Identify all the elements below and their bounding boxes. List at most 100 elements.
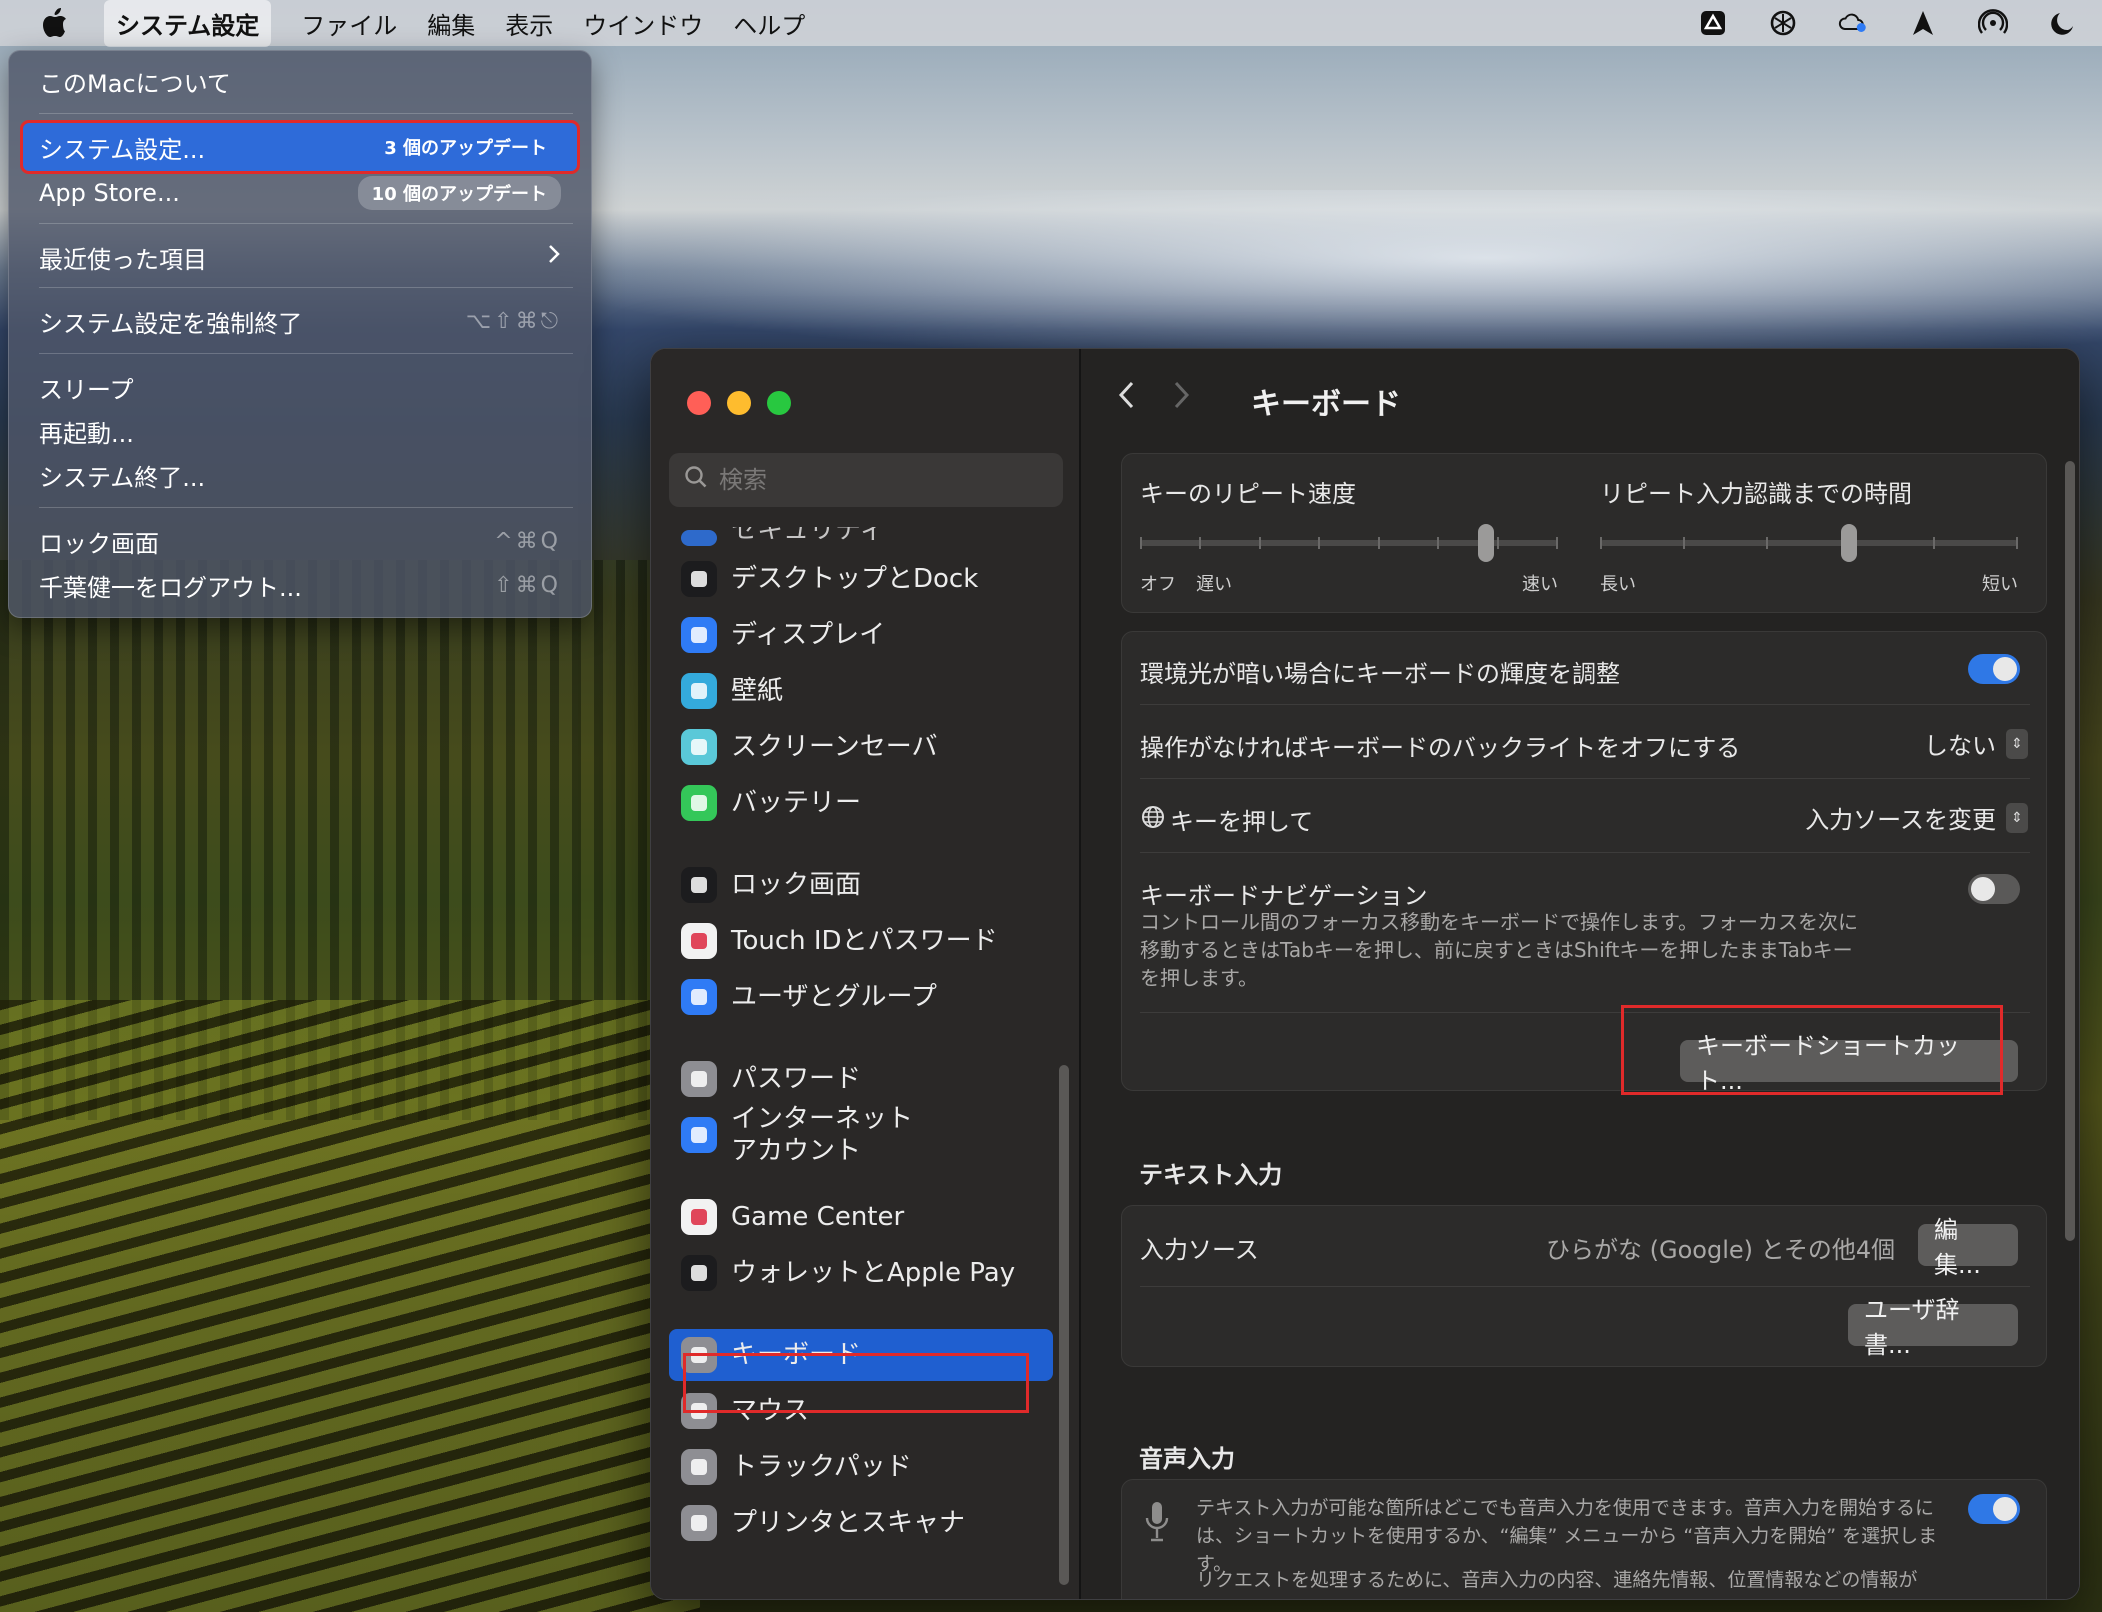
- content-scrollbar[interactable]: [2065, 461, 2075, 1241]
- at-icon: [681, 1117, 717, 1153]
- lock-screen-item[interactable]: ロック画面 ^⌘Q: [23, 519, 577, 563]
- sidebar-item-screensaver[interactable]: スクリーンセーバ: [669, 721, 1053, 773]
- battery-icon: [681, 785, 717, 821]
- sidebar-item-users[interactable]: ユーザとグループ: [669, 971, 1053, 1023]
- sidebar-item-label: スクリーンセーバ: [731, 732, 938, 762]
- sidebar-item-trackpad[interactable]: トラックパッド: [669, 1441, 1053, 1493]
- sidebar-item-dock[interactable]: デスクトップとDock: [669, 553, 1053, 605]
- sidebar-item-lock[interactable]: ロック画面: [669, 859, 1053, 911]
- sidebar-item-game-center[interactable]: Game Center: [669, 1191, 1053, 1243]
- cloud-sync-icon[interactable]: [1838, 8, 1868, 38]
- slider-tick: [1437, 537, 1440, 549]
- chatgpt-icon[interactable]: [1768, 8, 1798, 38]
- search-input[interactable]: [719, 466, 1019, 494]
- sidebar-item-wallet[interactable]: ウォレットとApple Pay: [669, 1247, 1053, 1299]
- slider-max-label: 速い: [1522, 574, 1558, 595]
- edit-input-sources-button[interactable]: 編集...: [1918, 1216, 2018, 1279]
- app-store-item[interactable]: App Store... 10 個のアップデート: [23, 171, 577, 215]
- slider-tick: [1600, 537, 1602, 549]
- restart-item[interactable]: 再起動...: [23, 409, 577, 453]
- force-quit-item[interactable]: システム設定を強制終了 ⌥⇧⌘⎋: [23, 299, 577, 343]
- text-input-card: 入力ソース ひらがな (Google) とその他4個 編集... ユーザ辞書..…: [1121, 1205, 2047, 1367]
- printer-icon: [681, 1505, 717, 1541]
- sidebar-item-display[interactable]: ディスプレイ: [669, 609, 1053, 661]
- separator: [39, 287, 573, 288]
- ambient-light-label: 環境光が暗い場合にキーボードの輝度を調整: [1140, 660, 1620, 688]
- close-button[interactable]: [687, 391, 711, 415]
- repeat-delay-slider[interactable]: [1600, 524, 2018, 564]
- logout-item[interactable]: 千葉健一をログアウト... ⇧⌘Q: [23, 563, 577, 607]
- repeat-card: キーのリピート速度 リピート入力認識までの時間 オフ 遅い 速い 長い 短い: [1121, 453, 2047, 613]
- content-pane: キーボード キーのリピート速度 リピート入力認識までの時間 オフ 遅い 速い 長…: [1081, 349, 2079, 1599]
- recent-items-item[interactable]: 最近使った項目: [23, 235, 577, 279]
- search-field[interactable]: [669, 453, 1063, 507]
- keyboard-nav-toggle[interactable]: [1968, 874, 2020, 904]
- menu-bar: システム設定 ファイル 編集 表示 ウインドウ ヘルプ: [0, 0, 2102, 47]
- google-drive-icon[interactable]: [1698, 8, 1728, 38]
- shutdown-item[interactable]: システム終了...: [23, 453, 577, 497]
- zoom-button[interactable]: [767, 391, 791, 415]
- sleep-item[interactable]: スリープ: [23, 365, 577, 409]
- slider-max-label: 短い: [1982, 574, 2018, 595]
- user-dictionary-button[interactable]: ユーザ辞書...: [1848, 1296, 2018, 1359]
- slider-tick: [1258, 537, 1261, 549]
- screensaver-icon: [681, 729, 717, 765]
- key-icon: [681, 1061, 717, 1097]
- repeat-speed-slider[interactable]: [1140, 524, 1558, 564]
- sidebar-item-wallpaper[interactable]: 壁紙: [669, 665, 1053, 717]
- ambient-light-toggle[interactable]: [1968, 654, 2020, 684]
- globe-key-popup[interactable]: 入力ソースを変更 ⇕: [1805, 800, 2028, 835]
- sidebar-item-printer[interactable]: プリンタとスキャナ: [669, 1497, 1053, 1549]
- sidebar-item-label: ウォレットとApple Pay: [731, 1258, 1016, 1288]
- menu-help[interactable]: ヘルプ: [733, 6, 805, 41]
- location-arrow-icon[interactable]: [1908, 8, 1938, 38]
- slider-tick: [2016, 537, 2018, 549]
- menu-view[interactable]: 表示: [505, 6, 553, 41]
- slider-tick: [1199, 537, 1202, 549]
- sidebar-item-fingerprint[interactable]: Touch IDとパスワード: [669, 915, 1053, 967]
- page-title: キーボード: [1251, 387, 1401, 422]
- separator: [1140, 704, 2030, 705]
- sidebar-item-key[interactable]: パスワード: [669, 1053, 1053, 1105]
- keyboard-nav-description: コントロール間のフォーカス移動をキーボードで操作します。フォーカスを次に移動する…: [1140, 910, 1858, 990]
- dock-icon: [681, 561, 717, 597]
- menu-file[interactable]: ファイル: [301, 6, 397, 41]
- slider-tick: [1496, 537, 1499, 549]
- about-this-mac-item[interactable]: このMacについて: [23, 59, 577, 103]
- dark-mode-icon[interactable]: [2048, 8, 2078, 38]
- back-button[interactable]: [1117, 379, 1137, 420]
- wallet-icon: [681, 1255, 717, 1291]
- sidebar-item-label: バッテリー: [731, 788, 862, 818]
- keyboard-nav-label: キーボードナビゲーション: [1140, 882, 1428, 910]
- dictation-heading: 音声入力: [1139, 1445, 1235, 1473]
- forward-button[interactable]: [1171, 379, 1191, 420]
- sidebar-item-label: デスクトップとDock: [731, 564, 979, 594]
- game-center-icon: [681, 1199, 717, 1235]
- minimize-button[interactable]: [727, 391, 751, 415]
- sidebar-item-at[interactable]: インターネット アカウント: [669, 1104, 1053, 1166]
- dictation-toggle[interactable]: [1968, 1494, 2020, 1524]
- menu-window[interactable]: ウインドウ: [583, 6, 703, 41]
- slider-tick: [1556, 537, 1558, 549]
- separator: [1140, 852, 2030, 853]
- search-icon: [683, 464, 709, 496]
- shield-icon: [681, 530, 717, 546]
- backlight-off-popup[interactable]: しない ⇕: [1924, 726, 2028, 761]
- slider-tick: [1932, 537, 1935, 549]
- menu-app-name[interactable]: システム設定: [104, 0, 272, 47]
- system-settings-item[interactable]: システム設定... 3 個のアップデート: [20, 120, 580, 174]
- chevron-right-icon: [547, 243, 561, 271]
- sidebar-item-battery[interactable]: バッテリー: [669, 777, 1053, 829]
- apple-logo-icon[interactable]: [32, 8, 78, 38]
- sidebar-item-label: Touch IDとパスワード: [731, 926, 998, 956]
- slider-tick: [1377, 537, 1380, 549]
- sidebar-item-label: プリンタとスキャナ: [731, 1508, 966, 1538]
- slider-knob[interactable]: [1841, 524, 1858, 562]
- repeat-speed-label: キーのリピート速度: [1140, 480, 1356, 508]
- menu-edit[interactable]: 編集: [427, 6, 475, 41]
- airdrop-icon[interactable]: [1978, 8, 2008, 38]
- sidebar-item-security[interactable]: セキュリティ: [669, 527, 1053, 553]
- apple-menu: このMacについて システム設定... 3 個のアップデート App Store…: [8, 50, 592, 618]
- slider-knob[interactable]: [1477, 524, 1494, 562]
- sidebar-scrollbar[interactable]: [1059, 1065, 1069, 1585]
